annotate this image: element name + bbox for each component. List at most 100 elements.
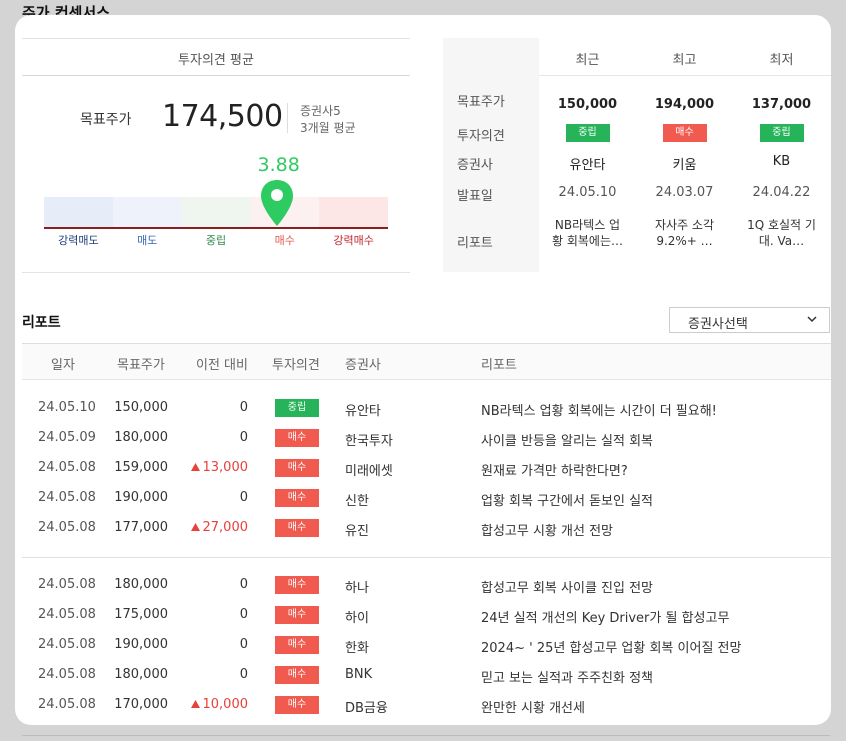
report-title-link[interactable]: 합성고무 시황 개선 전망 xyxy=(481,520,613,539)
summary-price: 137,000 xyxy=(751,97,812,112)
report-title-link[interactable]: 업황 회복 구간에서 돋보인 실적 xyxy=(481,490,653,509)
report-target-price: 150,000 xyxy=(114,400,168,415)
report-broker: 신한 xyxy=(345,494,369,509)
gauge-segment xyxy=(112,197,182,227)
report-date: 24.05.08 xyxy=(38,577,96,592)
summary-report-link[interactable]: 1Q 호실적 기 대. Va… xyxy=(733,217,830,249)
report-broker: 유안타 xyxy=(345,404,381,419)
opinion-badge: 매수 xyxy=(275,489,319,507)
column-lowest: 최저 xyxy=(769,53,794,68)
table-row[interactable]: 24.05.10 150,000 0 중립 유안타 NB라텍스 업황 회복에는 시간이 더… xyxy=(22,394,831,424)
summary-price: 194,000 xyxy=(654,97,715,112)
broker-select[interactable]: 증권사선택 xyxy=(669,307,830,333)
summary-date: 24.05.10 xyxy=(558,185,617,200)
report-line: 9.2%+ … xyxy=(656,234,713,248)
report-title-link[interactable]: 사이클 반등을 알리는 실적 회복 xyxy=(481,430,653,449)
target-price-value: 174,500 xyxy=(162,99,283,134)
opinion-badge: 매수 xyxy=(275,666,319,684)
report-target-price: 190,000 xyxy=(114,637,168,652)
summary-date: 24.03.07 xyxy=(655,185,714,200)
row-label-report: 리포트 xyxy=(457,236,493,251)
summary-report-link[interactable]: 자사주 소각 9.2%+ … xyxy=(636,217,733,249)
opinion-badge: 매수 xyxy=(275,429,319,447)
table-row[interactable]: 24.05.09 180,000 0 매수 한국투자 사이클 반등을 알리는 실적 회복 xyxy=(22,424,831,454)
report-broker: 하나 xyxy=(345,581,369,596)
gauge-segment xyxy=(181,197,251,227)
broker-select-label: 증권사선택 xyxy=(688,317,748,332)
table-row[interactable]: 24.05.08 159,000 13,000 매수 미래에셋 원재료 가격만 하락한다면… xyxy=(22,454,831,484)
divider xyxy=(22,38,410,39)
table-row[interactable]: 24.05.08 190,000 0 매수 신한 업황 회복 구간에서 돋보인 실적 xyxy=(22,484,831,514)
report-title-link[interactable]: NB라텍스 업황 회복에는 시간이 더 필요해! xyxy=(481,400,717,419)
report-broker: 미래에셋 xyxy=(345,464,393,479)
report-change-value: 0 xyxy=(239,577,248,592)
table-row[interactable]: 24.05.08 175,000 0 매수 하이 24년 실적 개선의 Key Drive… xyxy=(22,601,831,631)
report-title-link[interactable]: 완만한 시황 개선세 xyxy=(481,697,585,716)
summary-opinion-cell: 중립 xyxy=(539,124,636,142)
report-date: 24.05.08 xyxy=(38,520,96,535)
row-label-broker: 증권사 xyxy=(457,158,493,173)
report-change: 0 xyxy=(182,430,248,445)
reports-table-header: 일자 목표주가 이전 대비 투자의견 증권사 리포트 xyxy=(22,343,831,380)
consensus-card: 투자의견 평균 목표주가 174,500 증권사5 3개월 평균 3.88 강력… xyxy=(15,15,831,725)
report-change-value: 0 xyxy=(239,607,248,622)
table-row[interactable]: 24.05.08 180,000 0 매수 하나 합성고무 회복 사이클 진입 전망 xyxy=(22,571,831,601)
report-target-price: 170,000 xyxy=(114,697,168,712)
report-broker: 한화 xyxy=(345,641,369,656)
opinion-badge: 매수 xyxy=(275,636,319,654)
table-row[interactable]: 24.05.08 190,000 0 매수 한화 2024~ ' 25년 합성고무 업황 … xyxy=(22,631,831,661)
report-title-link[interactable]: 믿고 보는 실적과 주주친화 정책 xyxy=(481,667,653,686)
report-opinion-cell: 매수 xyxy=(275,606,319,624)
report-date: 24.05.08 xyxy=(38,490,96,505)
report-title-link[interactable]: 2024~ ' 25년 합성고무 업황 회복 이어질 전망 xyxy=(481,637,741,656)
report-opinion-cell: 매수 xyxy=(275,429,319,447)
opinion-gauge-labels: 강력매도 매도 중립 매수 강력매수 xyxy=(44,232,388,248)
report-broker: 하이 xyxy=(345,611,369,626)
report-target-price: 180,000 xyxy=(114,430,168,445)
divider xyxy=(22,272,410,273)
table-row[interactable]: 24.05.08 177,000 27,000 매수 유진 합성고무 시황 개선 전망 xyxy=(22,514,831,544)
column-recent: 최근 xyxy=(575,53,600,68)
report-change: 0 xyxy=(182,667,248,682)
report-date: 24.05.08 xyxy=(38,697,96,712)
header-broker: 증권사 xyxy=(345,358,381,373)
report-date: 24.05.08 xyxy=(38,460,96,475)
summary-broker: KB xyxy=(772,154,791,169)
divider xyxy=(22,557,831,558)
header-target-price: 목표주가 xyxy=(117,358,165,373)
header-opinion: 투자의견 xyxy=(272,358,320,373)
opinion-badge: 매수 xyxy=(275,519,319,537)
summary-report-link[interactable]: NB라텍스 업 황 회복에는… xyxy=(539,217,636,249)
gauge-label: 강력매수 xyxy=(333,234,374,247)
row-label-opinion: 투자의견 xyxy=(457,129,505,144)
table-row[interactable]: 24.05.08 170,000 10,000 매수 DB금융 완만한 시황 개선세 xyxy=(22,691,831,721)
report-title-link[interactable]: 원재료 가격만 하락한다면? xyxy=(481,460,628,479)
report-title-link[interactable]: 합성고무 회복 사이클 진입 전망 xyxy=(481,577,653,596)
table-row[interactable]: 24.05.08 180,000 0 매수 BNK 믿고 보는 실적과 주주친화 정책 xyxy=(22,661,831,691)
report-change-value: 0 xyxy=(239,490,248,505)
gauge-label: 매수 xyxy=(274,234,295,247)
gauge-segment xyxy=(44,197,113,227)
report-change-value: 0 xyxy=(239,637,248,652)
report-title-link[interactable]: 24년 실적 개선의 Key Driver가 될 합성고무 xyxy=(481,607,729,626)
report-change: 27,000 xyxy=(182,520,248,535)
summary-price: 150,000 xyxy=(557,97,618,112)
report-change: 0 xyxy=(182,637,248,652)
reports-title: 리포트 xyxy=(22,315,61,331)
report-opinion-cell: 중립 xyxy=(275,399,319,417)
report-target-price: 177,000 xyxy=(114,520,168,535)
opinion-badge: 중립 xyxy=(759,124,804,142)
report-opinion-cell: 매수 xyxy=(275,519,319,537)
gauge-label: 중립 xyxy=(205,234,227,247)
report-target-price: 175,000 xyxy=(114,607,168,622)
report-broker: 유진 xyxy=(345,524,369,539)
report-line: 1Q 호실적 기 xyxy=(747,218,816,232)
summary-broker: 유안타 xyxy=(569,158,606,173)
opinion-badge: 중립 xyxy=(275,399,319,417)
header-change: 이전 대비 xyxy=(196,358,248,373)
location-pin-icon xyxy=(260,180,293,226)
report-opinion-cell: 매수 xyxy=(275,696,319,714)
report-broker: DB금융 xyxy=(345,701,388,716)
opinion-badge: 매수 xyxy=(275,459,319,477)
summary-date: 24.04.22 xyxy=(752,185,811,200)
